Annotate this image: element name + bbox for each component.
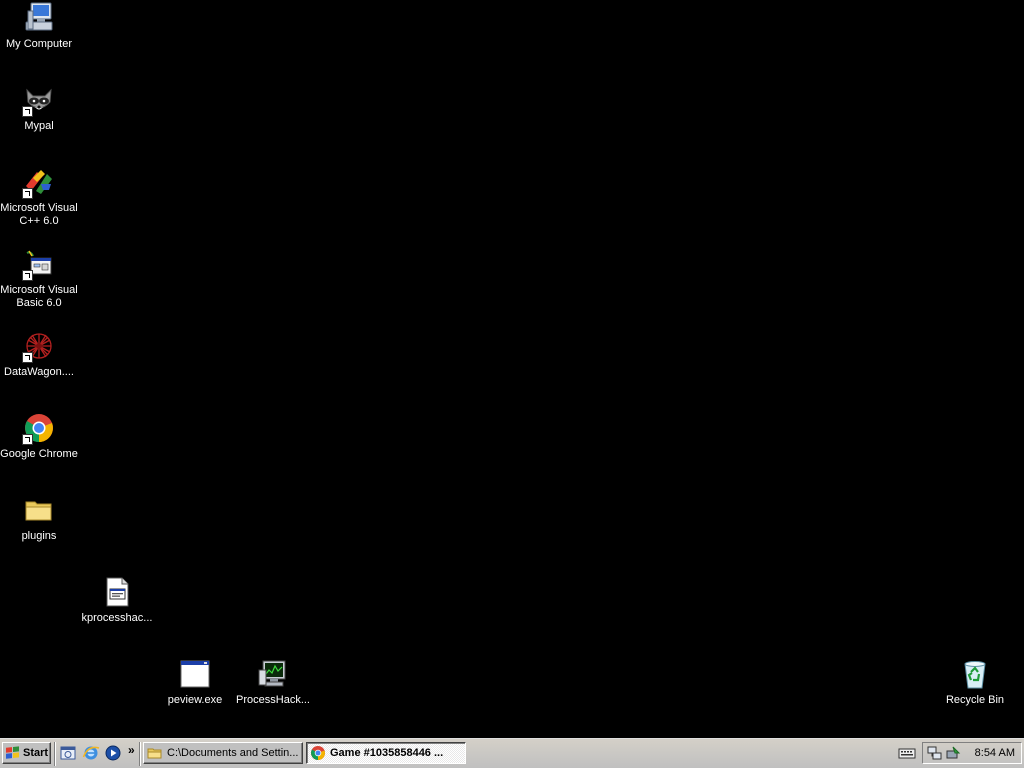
taskbar-button-chrome-game[interactable]: Game #1035858446 ... bbox=[306, 742, 466, 764]
desktop-icon-visual-basic[interactable]: Microsoft Visual Basic 6.0 bbox=[0, 248, 78, 310]
desktop-icon-label: kprocesshac... bbox=[81, 612, 153, 624]
keyboard-icon[interactable] bbox=[898, 747, 916, 760]
desktop-icon-mypal[interactable]: Mypal bbox=[0, 84, 78, 133]
shortcut-arrow-icon bbox=[22, 352, 33, 363]
desktop-icon-datawagon[interactable]: DataWagon.... bbox=[0, 330, 78, 379]
desktop-icon-label: DataWagon.... bbox=[4, 366, 74, 378]
mypal-raccoon-icon bbox=[22, 84, 55, 117]
taskbar: Start » C:\Documents and Settin... Game … bbox=[0, 738, 1024, 768]
desktop-icon-google-chrome[interactable]: Google Chrome bbox=[0, 412, 78, 461]
taskbar-separator bbox=[139, 742, 141, 766]
folder-icon bbox=[23, 494, 55, 526]
desktop: My Computer Mypal Microsoft Visual C++ 6… bbox=[0, 0, 1024, 738]
shortcut-arrow-icon bbox=[22, 106, 33, 117]
recycle-bin-icon bbox=[959, 658, 991, 690]
chrome-icon bbox=[22, 412, 55, 445]
network-icon[interactable] bbox=[927, 745, 943, 761]
taskbar-button-label: C:\Documents and Settin... bbox=[167, 747, 299, 759]
windows-logo-icon bbox=[6, 745, 20, 760]
desktop-icon-label: ProcessHack... bbox=[236, 694, 310, 706]
visual-cpp-icon bbox=[22, 166, 55, 199]
shortcut-arrow-icon bbox=[22, 270, 33, 281]
start-label: Start bbox=[23, 747, 49, 759]
desktop-icon-label: Google Chrome bbox=[0, 448, 78, 460]
desktop-icon-label: plugins bbox=[21, 530, 57, 542]
datawagon-icon bbox=[22, 330, 55, 363]
desktop-icon-label: My Computer bbox=[5, 38, 73, 50]
desktop-icon-visual-cpp[interactable]: Microsoft Visual C++ 6.0 bbox=[0, 166, 78, 228]
desktop-icon-kprocesshacker[interactable]: kprocesshac... bbox=[78, 576, 156, 625]
taskbar-button-label: Game #1035858446 ... bbox=[330, 747, 444, 759]
system-file-icon bbox=[101, 576, 133, 608]
desktop-icon-label: Mypal bbox=[24, 120, 54, 132]
visual-basic-icon bbox=[22, 248, 55, 281]
desktop-icon-processhacker[interactable]: ProcessHack... bbox=[234, 658, 312, 707]
system-tray: 8:54 AM bbox=[922, 742, 1022, 764]
show-desktop-icon[interactable] bbox=[59, 744, 77, 762]
desktop-icon-label: Microsoft Visual C++ 6.0 bbox=[0, 202, 78, 227]
internet-explorer-icon[interactable] bbox=[82, 744, 100, 762]
shortcut-arrow-icon bbox=[22, 188, 33, 199]
desktop-icon-my-computer[interactable]: My Computer bbox=[0, 2, 78, 51]
clock[interactable]: 8:54 AM bbox=[975, 747, 1015, 759]
quick-launch-chevron[interactable]: » bbox=[128, 743, 135, 757]
desktop-icon-label: peview.exe bbox=[167, 694, 223, 706]
my-computer-icon bbox=[23, 2, 55, 34]
taskbar-separator bbox=[54, 742, 56, 766]
desktop-icon-peview[interactable]: peview.exe bbox=[156, 658, 234, 707]
desktop-icon-plugins-folder[interactable]: plugins bbox=[0, 494, 78, 543]
safely-remove-icon[interactable] bbox=[945, 745, 961, 761]
shortcut-arrow-icon bbox=[22, 434, 33, 445]
desktop-icon-label: Recycle Bin bbox=[945, 694, 1005, 706]
desktop-icon-label: Microsoft Visual Basic 6.0 bbox=[0, 284, 78, 309]
process-hacker-icon bbox=[257, 658, 289, 690]
taskbar-button-explorer[interactable]: C:\Documents and Settin... bbox=[143, 742, 303, 764]
start-button[interactable]: Start bbox=[2, 742, 51, 764]
chrome-icon bbox=[310, 745, 326, 761]
folder-icon bbox=[147, 745, 163, 761]
desktop-icon-recycle-bin[interactable]: Recycle Bin bbox=[936, 658, 1014, 707]
media-player-icon[interactable] bbox=[104, 744, 122, 762]
exe-window-icon bbox=[179, 658, 211, 690]
